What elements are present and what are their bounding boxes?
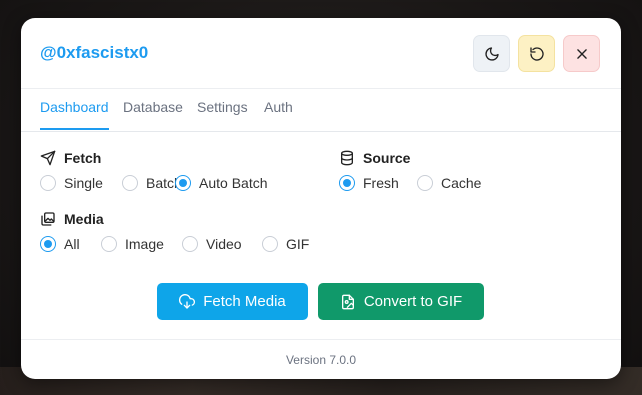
convert-to-gif-button[interactable]: Convert to GIF — [318, 283, 484, 320]
tab-bar: Dashboard Database Settings Auth — [21, 88, 621, 132]
fetch-option-batch[interactable]: Batch — [122, 175, 182, 191]
cloud-download-icon — [179, 293, 196, 309]
images-icon — [41, 212, 55, 226]
panel-header: @0xfascistx0 — [21, 18, 621, 89]
radio-auto-batch[interactable] — [175, 175, 191, 191]
media-option-gif[interactable]: GIF — [262, 236, 309, 252]
tab-settings[interactable]: Settings — [197, 99, 248, 115]
source-option-fresh[interactable]: Fresh — [339, 175, 399, 191]
radio-batch[interactable] — [122, 175, 138, 191]
tab-dashboard[interactable]: Dashboard — [40, 99, 109, 115]
reset-button[interactable] — [518, 35, 555, 72]
media-option-label: GIF — [286, 236, 310, 252]
fetch-option-label: Single — [64, 175, 103, 191]
close-icon — [576, 48, 587, 59]
media-option-label: Image — [125, 236, 164, 252]
radio-video[interactable] — [182, 236, 198, 252]
media-option-video[interactable]: Video — [182, 236, 242, 252]
convert-to-gif-label: Convert to GIF — [363, 293, 463, 310]
source-option-cache[interactable]: Cache — [417, 175, 481, 191]
radio-image[interactable] — [101, 236, 117, 252]
fetch-media-label: Fetch Media — [203, 293, 286, 310]
theme-toggle-button[interactable] — [473, 35, 510, 72]
fetch-media-button[interactable]: Fetch Media — [157, 283, 308, 320]
refresh-icon — [529, 46, 544, 61]
close-button[interactable] — [563, 35, 600, 72]
moon-icon — [484, 46, 499, 61]
image-file-icon — [341, 294, 354, 309]
media-group-title: Media — [40, 211, 104, 227]
radio-all[interactable] — [40, 236, 56, 252]
version-label: Version 7.0.0 — [285, 353, 357, 367]
source-title: Source — [363, 150, 411, 166]
panel-footer: Version 7.0.0 — [21, 339, 621, 379]
media-option-image[interactable]: Image — [101, 236, 164, 252]
media-title: Media — [64, 211, 104, 227]
source-option-label: Cache — [441, 175, 482, 191]
fetch-group-title: Fetch — [40, 150, 101, 166]
fetch-title: Fetch — [64, 150, 102, 166]
fetch-option-label: Auto Batch — [199, 175, 268, 191]
radio-cache[interactable] — [417, 175, 433, 191]
media-option-label: Video — [206, 236, 242, 252]
tab-database[interactable]: Database — [123, 99, 183, 115]
radio-fresh[interactable] — [339, 175, 355, 191]
radio-gif[interactable] — [262, 236, 278, 252]
media-option-label: All — [64, 236, 80, 252]
send-icon — [40, 150, 56, 166]
source-option-label: Fresh — [363, 175, 399, 191]
tab-auth[interactable]: Auth — [264, 99, 293, 115]
username-label: @0xfascistx0 — [40, 43, 149, 62]
database-icon — [341, 150, 353, 166]
radio-single[interactable] — [40, 175, 56, 191]
media-option-all[interactable]: All — [40, 236, 80, 252]
fetch-option-single[interactable]: Single — [40, 175, 103, 191]
active-tab-indicator — [40, 128, 109, 130]
fetch-option-auto-batch[interactable]: Auto Batch — [175, 175, 268, 191]
source-group-title: Source — [339, 150, 410, 166]
app-panel: @0xfascistx0 Dashboard Database Settings… — [21, 18, 621, 379]
